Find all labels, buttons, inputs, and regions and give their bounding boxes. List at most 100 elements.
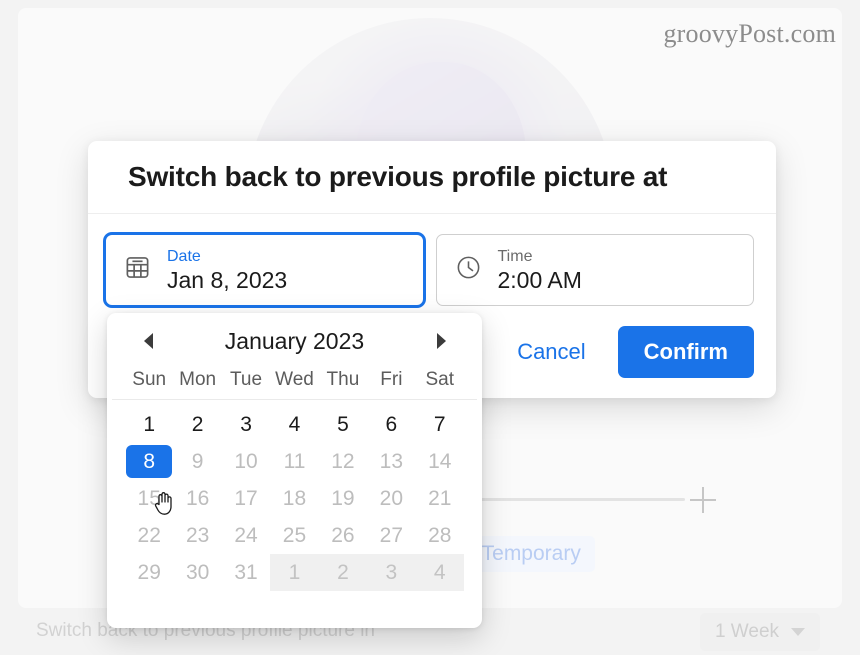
calendar-day-cell[interactable]: 17: [222, 480, 270, 517]
calendar-icon: [124, 254, 151, 286]
calendar-day-cell[interactable]: 30: [173, 554, 221, 591]
calendar-day-cell[interactable]: 12: [319, 443, 367, 480]
calendar-weekday-header: Sun Mon Tue Wed Thu Fri Sat: [112, 369, 477, 400]
calendar-day-number: 5: [337, 412, 349, 436]
calendar-day-number: 14: [428, 449, 452, 473]
calendar-day-cell[interactable]: 2: [173, 406, 221, 443]
calendar-day-cell[interactable]: 13: [367, 443, 415, 480]
calendar-weekday-tue: Tue: [230, 369, 263, 390]
calendar-day-number: 27: [379, 523, 404, 547]
calendar-day-cell[interactable]: 1: [270, 554, 319, 591]
calendar-day-cell[interactable]: 20: [367, 480, 415, 517]
duration-value: 1 Week: [714, 621, 780, 642]
calendar-day-cell[interactable]: 4: [270, 406, 318, 443]
calendar-day-number: 12: [331, 449, 355, 473]
calendar-day-cell[interactable]: 26: [319, 517, 367, 554]
calendar-day-number: 26: [331, 523, 355, 547]
chevron-down-icon: [791, 628, 806, 636]
calendar-month-label: January 2023: [224, 327, 365, 354]
date-picker-popup: January 2023 Sun Mon Tue Wed Thu Fri Sat 12345…: [107, 313, 482, 628]
calendar-day-cell[interactable]: 14: [416, 443, 464, 480]
cancel-button[interactable]: Cancel: [507, 331, 595, 373]
calendar-weekday-fri: Fri: [380, 369, 403, 390]
calendar-day-number: 1: [288, 560, 301, 584]
calendar-day-number: 3: [240, 412, 252, 436]
calendar-day-cell[interactable]: 27: [367, 517, 415, 554]
calendar-day-cell[interactable]: 8: [125, 443, 173, 480]
calendar-day-number: 8: [126, 445, 173, 478]
calendar-day-cell[interactable]: 5: [319, 406, 367, 443]
watermark: groovyPost.com: [663, 19, 836, 48]
calendar-day-cell[interactable]: 16: [173, 480, 221, 517]
duration-dropdown[interactable]: 1 Week: [700, 613, 820, 651]
calendar-day-number: 16: [185, 486, 210, 510]
chevron-right-icon: [436, 333, 446, 349]
calendar-day-cell[interactable]: 3: [222, 406, 270, 443]
calendar-day-cell[interactable]: 2: [318, 554, 368, 591]
page-title: Switch back to previous profile picture …: [128, 161, 668, 192]
calendar-day-number: 15: [137, 486, 161, 510]
calendar-day-cell[interactable]: 7: [416, 406, 464, 443]
calendar-day-grid: 1 2 3 4 5 6 7 8 9 10 11 12 13 14 15 16 17 18 19 20 21 22 23 24 2…: [112, 400, 477, 591]
calendar-day-cell[interactable]: 4: [415, 554, 464, 591]
date-field[interactable]: Date Jan 8, 2023: [105, 234, 424, 306]
calendar-day-number: 30: [185, 560, 210, 584]
calendar-day-number: 23: [185, 523, 210, 547]
clock-icon: [455, 254, 482, 286]
calendar-day-cell[interactable]: 21: [416, 480, 464, 517]
chevron-left-icon: [143, 333, 153, 349]
calendar-weekday-sat: Sat: [425, 369, 455, 390]
calendar-day-number: 10: [234, 449, 258, 473]
calendar-day-number: 2: [337, 560, 349, 584]
time-field-value: 2:00 AM: [497, 266, 582, 293]
calendar-header: January 2023: [107, 313, 482, 369]
calendar-day-number: 21: [428, 486, 452, 510]
calendar-day-cell[interactable]: 9: [173, 443, 221, 480]
calendar-day-cell[interactable]: 25: [270, 517, 318, 554]
calendar-weekday-sun: Sun: [132, 369, 167, 390]
confirm-button[interactable]: Confirm: [617, 326, 754, 378]
calendar-day-number: 25: [282, 523, 307, 547]
calendar-day-cell[interactable]: 3: [367, 554, 416, 591]
calendar-day-number: 4: [288, 412, 301, 436]
calendar-day-number: 11: [283, 449, 306, 473]
calendar-day-cell[interactable]: 18: [270, 480, 318, 517]
calendar-day-number: 4: [433, 560, 446, 584]
calendar-day-number: 24: [234, 523, 258, 547]
calendar-day-number: 1: [143, 412, 156, 436]
calendar-weekday-thu: Thu: [326, 369, 360, 390]
divider: [477, 498, 685, 501]
plus-icon[interactable]: [690, 487, 716, 513]
calendar-day-cell[interactable]: 6: [367, 406, 415, 443]
next-month-button[interactable]: [428, 328, 454, 354]
calendar-day-cell[interactable]: 31: [222, 554, 270, 591]
time-field-label: Time: [497, 247, 533, 265]
calendar-day-number: 29: [137, 560, 161, 584]
calendar-day-number: 7: [433, 412, 446, 436]
calendar-day-cell[interactable]: 24: [222, 517, 270, 554]
calendar-day-cell[interactable]: 19: [319, 480, 367, 517]
calendar-day-cell[interactable]: 23: [173, 517, 221, 554]
calendar-day-number: 17: [234, 486, 258, 510]
dialog-header: Switch back to previous profile picture …: [88, 141, 776, 214]
calendar-day-number: 18: [282, 486, 307, 510]
calendar-day-number: 2: [191, 412, 204, 436]
calendar-day-number: 28: [428, 523, 452, 547]
previous-month-button[interactable]: [135, 328, 161, 354]
calendar-day-cell[interactable]: 15: [125, 480, 173, 517]
date-field-value: Jan 8, 2023: [167, 266, 288, 293]
dialog-body: Date Jan 8, 2023 Time 2:00 AM: [88, 214, 776, 306]
calendar-day-number: 31: [234, 560, 258, 584]
calendar-day-number: 22: [137, 523, 161, 547]
date-field-label: Date: [167, 247, 201, 265]
calendar-day-cell[interactable]: 1: [125, 406, 173, 443]
calendar-day-number: 13: [379, 449, 404, 473]
calendar-day-cell[interactable]: 29: [125, 554, 173, 591]
calendar-day-cell[interactable]: 10: [222, 443, 270, 480]
calendar-day-number: 19: [331, 486, 355, 510]
calendar-day-cell[interactable]: 11: [270, 443, 318, 480]
calendar-day-cell[interactable]: 22: [125, 517, 173, 554]
calendar-day-number: 9: [191, 449, 204, 473]
time-field[interactable]: Time 2:00 AM: [435, 234, 754, 306]
calendar-day-cell[interactable]: 28: [416, 517, 464, 554]
